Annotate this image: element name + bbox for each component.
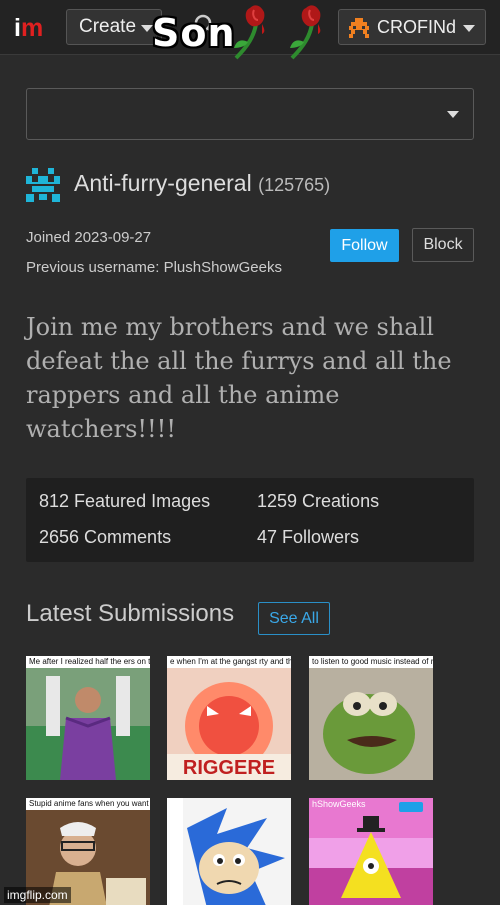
thumbnail-caption: hShowGeeks [312, 799, 366, 809]
profile-bio: Join me my brothers and we shall defeat … [26, 313, 452, 443]
chevron-down-icon [447, 111, 459, 118]
latest-submissions-heading: Latest Submissions [26, 600, 235, 627]
profile-username: Anti-furry-general [74, 170, 252, 196]
stat-comments[interactable]: 2656 Comments [39, 527, 171, 548]
logo-i: i [14, 14, 21, 42]
submission-thumbnail[interactable]: to listen to good music instead of rap [309, 656, 433, 780]
see-all-button[interactable]: See All [258, 602, 330, 635]
wilted-rose-icon [290, 5, 321, 60]
submission-image [167, 798, 291, 905]
submission-image: RIGGERE [167, 656, 291, 780]
submission-thumbnail[interactable]: hShowGeeks [309, 798, 433, 905]
wilted-rose-icon [234, 5, 265, 60]
stat-creations[interactable]: 1259 Creations [257, 491, 379, 512]
profile-nav-select[interactable] [26, 88, 474, 140]
thumbnail-caption: Me after I realized half the ers on this… [26, 656, 150, 668]
profile-title: Anti-furry-general (125765) [74, 170, 330, 197]
stat-followers[interactable]: 47 Followers [257, 527, 359, 548]
user-menu-button[interactable]: CROFINd [338, 9, 486, 45]
thumbnail-caption: e when I'm at the gangst rty and they pl… [167, 656, 291, 668]
submission-thumbnail[interactable]: RIGGERE e when I'm at the gangst rty and… [167, 656, 291, 780]
block-button[interactable]: Block [412, 228, 474, 262]
imgflip-watermark: imgflip.com [4, 887, 71, 903]
submission-thumbnail[interactable]: Me after I realized half the ers on this… [26, 656, 150, 780]
joined-date: Joined 2023-09-27 [26, 229, 152, 246]
submission-image [26, 656, 150, 780]
previous-username: Previous username: PlushShowGeeks [26, 259, 282, 276]
username-label: CROFINd [377, 17, 457, 37]
pixel-avatar-icon [26, 168, 60, 202]
submission-image [309, 798, 433, 905]
profile-stats: 812 Featured Images 1259 Creations 2656 … [26, 478, 474, 562]
follow-button[interactable]: Follow [330, 229, 399, 262]
site-logo[interactable]: im [14, 14, 54, 42]
chevron-down-icon [463, 25, 475, 32]
submission-thumbnail[interactable] [167, 798, 291, 905]
stat-featured-images[interactable]: 812 Featured Images [39, 491, 210, 512]
thumbnail-caption: to listen to good music instead of rap [309, 656, 433, 668]
triggered-text: RIGGERE [183, 757, 275, 779]
create-label: Create [79, 16, 137, 37]
submission-image [309, 656, 433, 780]
logo-m: m [20, 14, 44, 42]
profile-score: (125765) [258, 175, 331, 195]
thumbnail-caption: Stupid anime fans when you want to tch S… [26, 798, 150, 810]
pixel-avatar-icon [349, 18, 369, 38]
overlay-caption: Son [152, 11, 236, 55]
create-menu-button[interactable]: Create [66, 9, 162, 45]
